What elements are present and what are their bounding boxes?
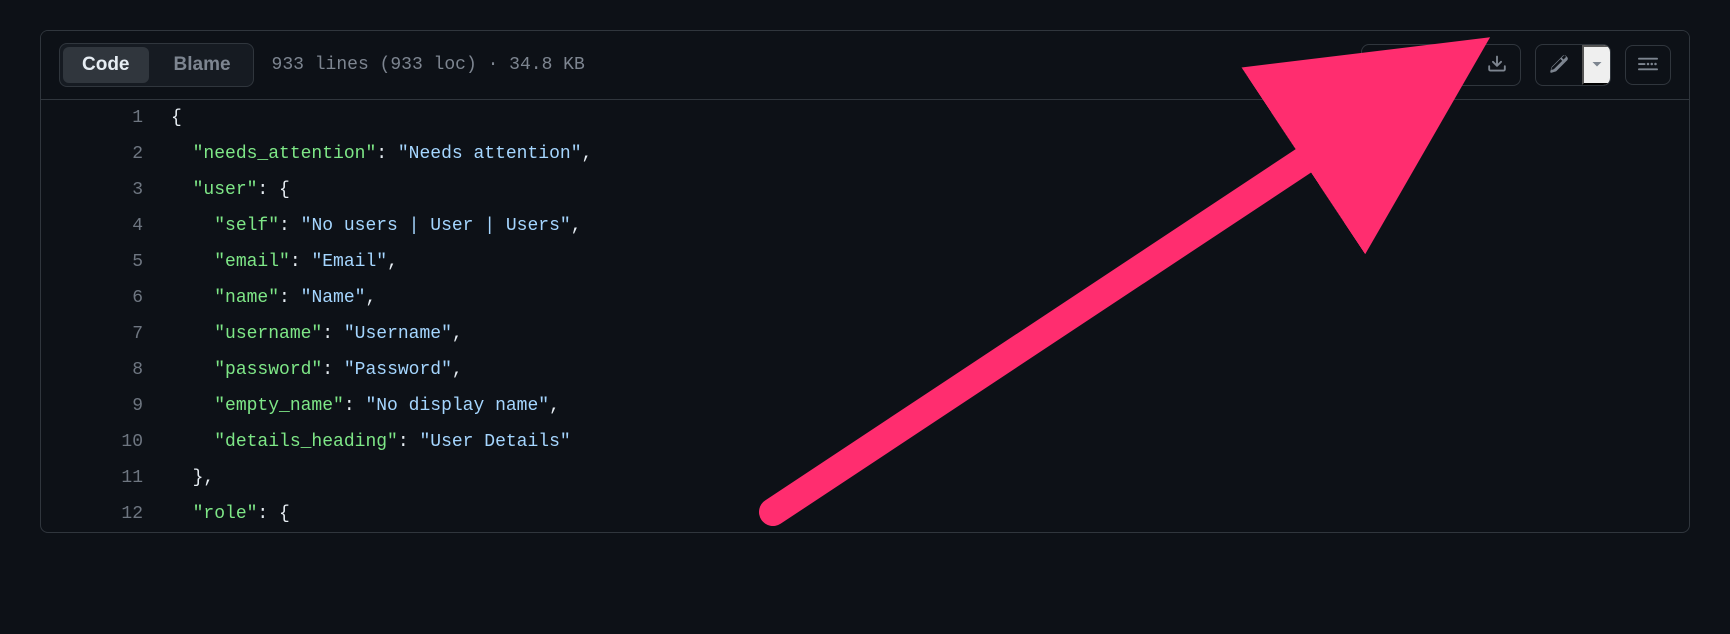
chevron-down-icon xyxy=(1591,58,1603,73)
raw-button[interactable]: Raw xyxy=(1362,45,1428,85)
tab-code[interactable]: Code xyxy=(63,47,149,83)
edit-button[interactable] xyxy=(1536,45,1582,85)
line-number[interactable]: 7 xyxy=(41,316,171,352)
line-number[interactable]: 5 xyxy=(41,244,171,280)
code-line[interactable]: 4 "self": "No users | User | Users", xyxy=(41,208,1689,244)
symbols-icon xyxy=(1638,54,1658,77)
code-line[interactable]: 1{ xyxy=(41,100,1689,136)
tab-blame[interactable]: Blame xyxy=(152,44,253,86)
line-content: "empty_name": "No display name", xyxy=(171,388,560,424)
line-number[interactable]: 3 xyxy=(41,172,171,208)
symbols-button[interactable] xyxy=(1625,45,1671,85)
line-number[interactable]: 9 xyxy=(41,388,171,424)
download-button[interactable] xyxy=(1474,45,1520,85)
line-content: { xyxy=(171,100,182,136)
line-content: "self": "No users | User | Users", xyxy=(171,208,582,244)
line-content: "needs_attention": "Needs attention", xyxy=(171,136,592,172)
line-number[interactable]: 11 xyxy=(41,460,171,496)
line-number[interactable]: 6 xyxy=(41,280,171,316)
toolbar-left: Code Blame 933 lines (933 loc) · 34.8 KB xyxy=(59,43,585,87)
copy-icon xyxy=(1441,54,1461,77)
line-content: "password": "Password", xyxy=(171,352,463,388)
file-panel: Code Blame 933 lines (933 loc) · 34.8 KB… xyxy=(40,30,1690,533)
line-number[interactable]: 2 xyxy=(41,136,171,172)
copy-button[interactable] xyxy=(1428,45,1474,85)
line-content: "role": { xyxy=(171,496,290,532)
code-line[interactable]: 7 "username": "Username", xyxy=(41,316,1689,352)
code-line[interactable]: 12 "role": { xyxy=(41,496,1689,532)
pencil-icon xyxy=(1549,54,1569,77)
line-content: "user": { xyxy=(171,172,290,208)
line-number[interactable]: 12 xyxy=(41,496,171,532)
line-number[interactable]: 4 xyxy=(41,208,171,244)
code-line[interactable]: 2 "needs_attention": "Needs attention", xyxy=(41,136,1689,172)
file-toolbar: Code Blame 933 lines (933 loc) · 34.8 KB… xyxy=(41,31,1689,100)
line-content: "username": "Username", xyxy=(171,316,463,352)
line-content: "email": "Email", xyxy=(171,244,398,280)
code-line[interactable]: 11 }, xyxy=(41,460,1689,496)
download-icon xyxy=(1487,54,1507,77)
line-content: }, xyxy=(171,460,214,496)
code-line[interactable]: 10 "details_heading": "User Details" xyxy=(41,424,1689,460)
line-number[interactable]: 1 xyxy=(41,100,171,136)
code-line[interactable]: 5 "email": "Email", xyxy=(41,244,1689,280)
line-content: "name": "Name", xyxy=(171,280,376,316)
line-number[interactable]: 10 xyxy=(41,424,171,460)
line-content: "details_heading": "User Details" xyxy=(171,424,571,460)
line-number[interactable]: 8 xyxy=(41,352,171,388)
code-line[interactable]: 3 "user": { xyxy=(41,172,1689,208)
code-line[interactable]: 8 "password": "Password", xyxy=(41,352,1689,388)
view-toggle: Code Blame xyxy=(59,43,254,87)
code-line[interactable]: 9 "empty_name": "No display name", xyxy=(41,388,1689,424)
file-meta-text: 933 lines (933 loc) · 34.8 KB xyxy=(272,55,585,75)
edit-dropdown[interactable] xyxy=(1582,45,1610,85)
edit-action-group xyxy=(1535,44,1611,86)
code-line[interactable]: 6 "name": "Name", xyxy=(41,280,1689,316)
raw-action-group: Raw xyxy=(1361,44,1521,86)
toolbar-right: Raw xyxy=(1361,44,1671,86)
code-area[interactable]: 1{2 "needs_attention": "Needs attention"… xyxy=(41,100,1689,532)
